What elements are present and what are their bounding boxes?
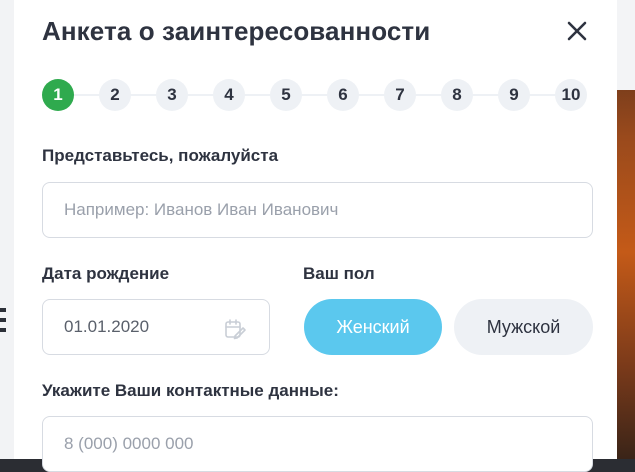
step-2[interactable]: 2 (99, 79, 131, 111)
step-4[interactable]: 4 (213, 79, 245, 111)
interest-survey-modal: Анкета о заинтересованности 1 2 3 4 5 6 … (14, 0, 617, 472)
background-photo-right (617, 0, 635, 459)
progress-stepper: 1 2 3 4 5 6 7 8 9 10 (42, 79, 592, 111)
gender-male-button[interactable]: Мужской (454, 299, 593, 355)
gender-female-button[interactable]: Женский (304, 299, 442, 355)
contacts-label: Укажите Ваши контактные данные: (42, 381, 339, 400)
step-1[interactable]: 1 (42, 79, 74, 111)
step-5[interactable]: 5 (270, 79, 302, 111)
step-9[interactable]: 9 (498, 79, 530, 111)
birthdate-input[interactable]: 01.01.2020 (42, 299, 270, 355)
step-8[interactable]: 8 (441, 79, 473, 111)
step-3[interactable]: 3 (156, 79, 188, 111)
background-page-left (0, 0, 14, 459)
modal-title: Анкета о заинтересованности (42, 16, 431, 46)
birthdate-value: 01.01.2020 (64, 317, 150, 336)
step-6[interactable]: 6 (327, 79, 359, 111)
calendar-edit-icon[interactable] (223, 317, 247, 341)
background-menu-icon (0, 308, 6, 348)
close-icon[interactable] (562, 16, 592, 46)
step-7[interactable]: 7 (384, 79, 416, 111)
phone-input[interactable]: 8 (000) 0000 000 (42, 416, 593, 472)
step-10[interactable]: 10 (555, 79, 587, 111)
full-name-input[interactable]: Например: Иванов Иван Иванович (42, 182, 593, 238)
birthdate-label: Дата рождение (42, 264, 170, 283)
name-label: Представьтесь, пожалуйста (42, 146, 279, 165)
gender-label: Ваш пол (303, 264, 375, 283)
